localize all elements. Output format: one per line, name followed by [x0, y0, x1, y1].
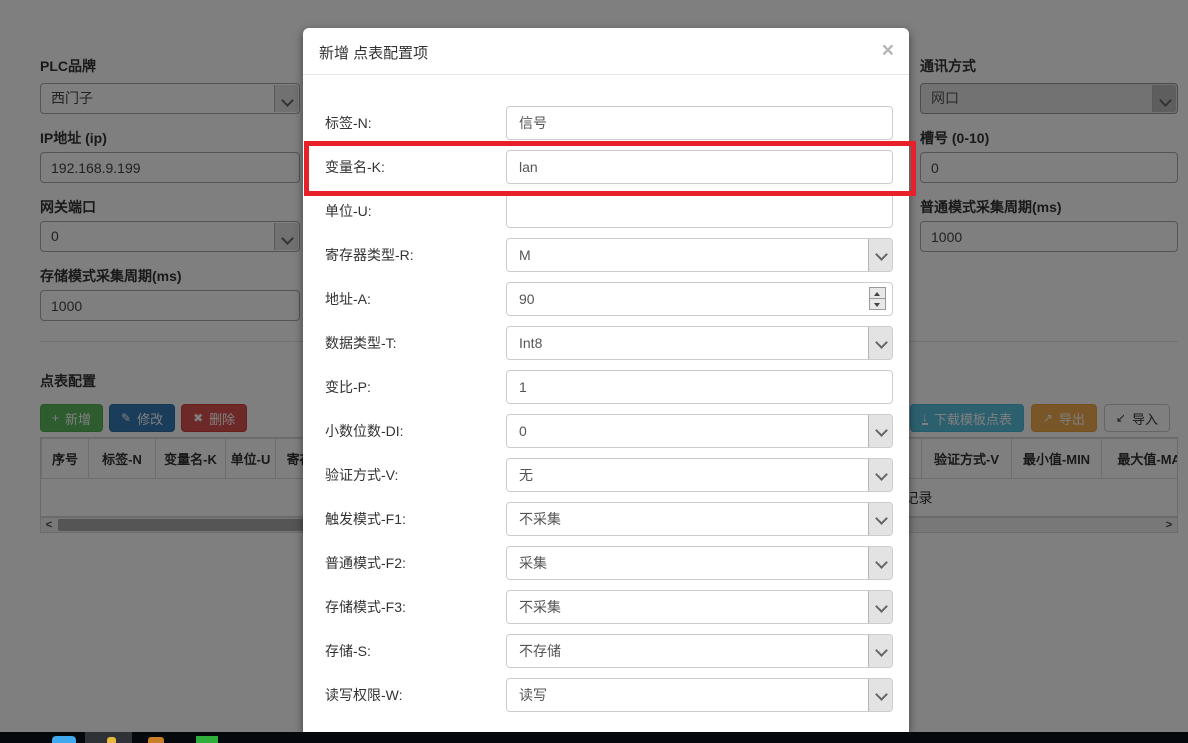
storage-s-select[interactable]: 不存储	[506, 634, 893, 668]
storage-s-label: 存储-S:	[325, 634, 506, 668]
verify-v-select[interactable]: 无	[506, 458, 893, 492]
modal-field-row-storage-s: 存储-S:不存储	[325, 634, 893, 668]
ratio-p-input[interactable]	[506, 370, 893, 404]
decimals-di-label: 小数位数-DI:	[325, 414, 506, 448]
taskbar-app-icon[interactable]	[196, 736, 218, 743]
normal-f2-select[interactable]: 采集	[506, 546, 893, 580]
modal-field-row-rw-perm-w: 读写权限-W:读写	[325, 678, 893, 712]
modal-field-row-data-type-t: 数据类型-T:Int8	[325, 326, 893, 360]
chevron-down-icon	[868, 547, 892, 579]
data-type-t-select[interactable]: Int8	[506, 326, 893, 360]
modal-field-row-register-type-r: 寄存器类型-R:M	[325, 238, 893, 272]
tag-n-label: 标签-N:	[325, 106, 506, 140]
register-type-r-select[interactable]: M	[506, 238, 893, 272]
chevron-down-icon	[868, 635, 892, 667]
spinner-down-icon[interactable]	[869, 298, 886, 310]
modal-field-row-verify-v: 验证方式-V:无	[325, 458, 893, 492]
add-point-config-modal: 新增 点表配置项 × 标签-N:变量名-K:单位-U:寄存器类型-R:M地址-A…	[303, 28, 909, 732]
address-a-label: 地址-A:	[325, 282, 506, 316]
storage-f3-label: 存储模式-F3:	[325, 590, 506, 624]
normal-f2-label: 普通模式-F2:	[325, 546, 506, 580]
modal-header: 新增 点表配置项 ×	[303, 28, 909, 75]
modal-field-row-unit-u: 单位-U:	[325, 194, 893, 228]
windows-taskbar	[0, 732, 1188, 743]
modal-field-row-ratio-p: 变比-P:	[325, 370, 893, 404]
data-type-t-label: 数据类型-T:	[325, 326, 506, 360]
taskbar-app-icon[interactable]	[107, 737, 116, 743]
taskbar-firefox-icon[interactable]	[148, 737, 164, 743]
modal-title: 新增 点表配置项	[319, 42, 428, 63]
tag-n-input[interactable]	[506, 106, 893, 140]
address-a-input[interactable]	[506, 282, 893, 316]
decimals-di-select[interactable]: 0	[506, 414, 893, 448]
modal-field-row-address-a: 地址-A:	[325, 282, 893, 316]
chevron-down-icon	[868, 459, 892, 491]
unit-u-label: 单位-U:	[325, 194, 506, 228]
chevron-down-icon	[868, 591, 892, 623]
taskbar-browser-icon[interactable]	[52, 736, 76, 743]
chevron-down-icon	[868, 239, 892, 271]
chevron-down-icon	[868, 679, 892, 711]
unit-u-input[interactable]	[506, 194, 893, 228]
chevron-down-icon	[868, 503, 892, 535]
close-icon[interactable]: ×	[882, 39, 894, 63]
verify-v-label: 验证方式-V:	[325, 458, 506, 492]
address-a-stepper[interactable]	[869, 287, 886, 311]
chevron-down-icon	[868, 415, 892, 447]
chevron-down-icon	[868, 327, 892, 359]
register-type-r-label: 寄存器类型-R:	[325, 238, 506, 272]
storage-f3-select[interactable]: 不采集	[506, 590, 893, 624]
ratio-p-label: 变比-P:	[325, 370, 506, 404]
trigger-f1-label: 触发模式-F1:	[325, 502, 506, 536]
trigger-f1-select[interactable]: 不采集	[506, 502, 893, 536]
modal-field-row-decimals-di: 小数位数-DI:0	[325, 414, 893, 448]
modal-field-row-trigger-f1: 触发模式-F1:不采集	[325, 502, 893, 536]
modal-field-row-tag-n: 标签-N:	[325, 106, 893, 140]
highlight-annotation-rectangle	[304, 141, 916, 196]
rw-perm-w-label: 读写权限-W:	[325, 678, 506, 712]
modal-field-row-normal-f2: 普通模式-F2:采集	[325, 546, 893, 580]
modal-field-row-storage-f3: 存储模式-F3:不采集	[325, 590, 893, 624]
rw-perm-w-select[interactable]: 读写	[506, 678, 893, 712]
